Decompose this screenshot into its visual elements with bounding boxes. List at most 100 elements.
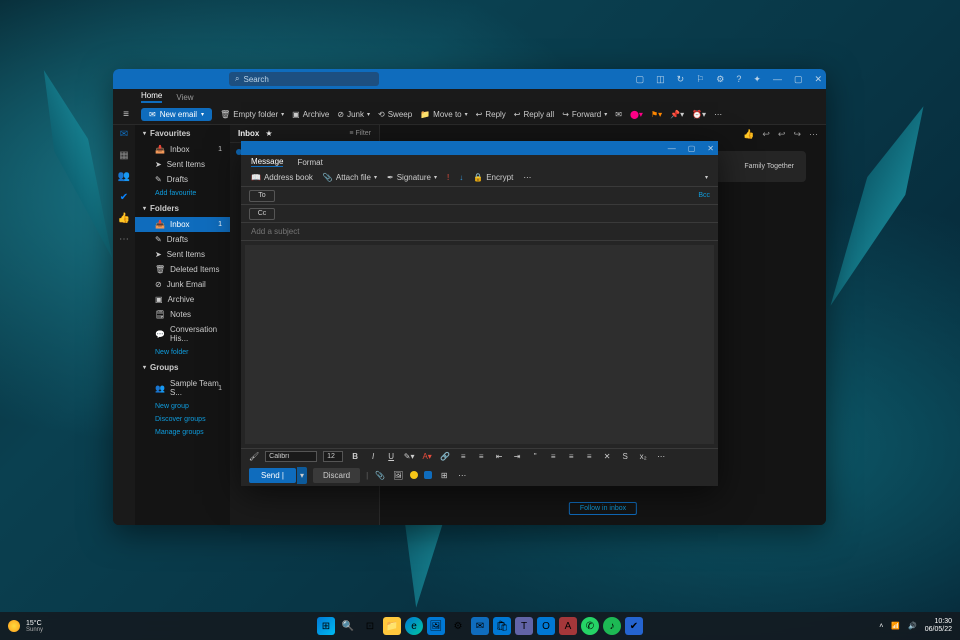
sync-icon[interactable]: ↻ — [677, 74, 685, 85]
rail-mail-icon[interactable]: ✉ — [120, 129, 128, 140]
reply-icon[interactable]: ↩ — [762, 129, 770, 140]
outdent-icon[interactable]: ⇤ — [493, 452, 505, 461]
rail-more-icon[interactable]: ⋯ — [119, 234, 129, 245]
search-input[interactable]: ⌕ Search — [229, 72, 379, 86]
compose-body[interactable] — [245, 245, 714, 444]
sidebar-item-drafts[interactable]: ✎Drafts — [135, 232, 230, 247]
mail-button[interactable]: ✉ — [471, 617, 489, 635]
encrypt-button[interactable]: 🔒Encrypt — [473, 173, 513, 182]
align-left-icon[interactable]: ≡ — [547, 452, 559, 461]
photos-button[interactable]: 🖼 — [427, 617, 445, 635]
reply-all-button[interactable]: ↩Reply all — [514, 110, 554, 119]
attach-icon[interactable]: 📎 — [374, 471, 386, 480]
archive-button[interactable]: ▣Archive — [292, 110, 329, 119]
search-button[interactable]: 🔍 — [339, 617, 357, 635]
spotify-button[interactable]: ♪ — [603, 617, 621, 635]
highlight-icon[interactable]: ✎▾ — [403, 452, 415, 461]
weather-widget[interactable]: 15°C Sunny — [8, 620, 43, 633]
explorer-button[interactable]: 📁 — [383, 617, 401, 635]
address-book-button[interactable]: 📖Address book — [251, 173, 313, 182]
edge-button[interactable]: e — [405, 617, 423, 635]
to-button[interactable]: To — [249, 190, 275, 202]
sidebar-item-sent[interactable]: ➤Sent Items — [135, 247, 230, 262]
new-email-button[interactable]: ✉New email▾ — [141, 108, 212, 121]
notifications-icon[interactable]: ⚐ — [696, 74, 704, 85]
outlook-button[interactable]: O — [537, 617, 555, 635]
tag-icon[interactable]: ⬤▾ — [630, 110, 643, 119]
tab-home[interactable]: Home — [141, 91, 162, 103]
quote-icon[interactable]: " — [529, 452, 541, 461]
more-icon[interactable]: ⋯ — [456, 471, 468, 480]
junk-button[interactable]: ⊘Junk▾ — [337, 110, 370, 119]
forward-icon[interactable]: ↪ — [793, 129, 801, 140]
filter-button[interactable]: ≡ Filter — [349, 130, 371, 137]
more-icon[interactable]: ⋯ — [809, 129, 818, 140]
favourites-header[interactable]: ▾Favourites — [135, 125, 230, 142]
help-icon[interactable]: ? — [736, 74, 741, 84]
follow-in-inbox-button[interactable]: Follow in inbox — [569, 502, 637, 515]
to-input[interactable] — [283, 191, 698, 200]
bullets-icon[interactable]: ≡ — [457, 452, 469, 461]
rail-files-icon[interactable]: 👍 — [118, 213, 130, 224]
indent-icon[interactable]: ⇥ — [511, 452, 523, 461]
signature-button[interactable]: ✒Signature▾ — [387, 173, 437, 182]
sidebar-item-archive[interactable]: ▣Archive — [135, 292, 230, 307]
font-color-icon[interactable]: A▾ — [421, 452, 433, 461]
bold-icon[interactable]: B — [349, 452, 361, 461]
teams-button[interactable]: T — [515, 617, 533, 635]
pin-icon[interactable]: 📌▾ — [670, 110, 684, 119]
table-icon[interactable]: ⊞ — [438, 471, 450, 480]
sweep-button[interactable]: ⟲Sweep — [378, 110, 412, 119]
groups-header[interactable]: ▾Groups — [135, 359, 230, 376]
priority-high-icon[interactable]: ! — [447, 173, 449, 182]
font-name-input[interactable] — [265, 451, 317, 462]
more-icon[interactable]: ⋯ — [523, 173, 531, 182]
cc-button[interactable]: Cc — [249, 208, 275, 220]
teams-icon[interactable]: ◫ — [656, 74, 665, 85]
minimize-icon[interactable]: — — [773, 74, 782, 84]
sidebar-item-junk[interactable]: ⊘Junk Email — [135, 277, 230, 292]
format-painter-icon[interactable]: 🖌 — [249, 452, 259, 461]
task-view-button[interactable]: ⊡ — [361, 617, 379, 635]
like-icon[interactable]: 👍 — [743, 129, 754, 140]
discover-groups-link[interactable]: Discover groups — [135, 413, 230, 426]
italic-icon[interactable]: I — [367, 452, 379, 461]
subject-input[interactable] — [251, 227, 708, 236]
star-icon[interactable]: ★ — [265, 129, 272, 138]
sidebar-item-inbox[interactable]: 📥Inbox1 — [135, 142, 230, 157]
manage-groups-link[interactable]: Manage groups — [135, 426, 230, 439]
store-button[interactable]: 🛍 — [493, 617, 511, 635]
read-icon[interactable]: ✉ — [615, 110, 622, 119]
more-icon[interactable]: ⋯ — [714, 110, 722, 119]
sticker-icon[interactable] — [424, 471, 432, 479]
clear-format-icon[interactable]: ✕ — [601, 452, 613, 461]
whatsapp-button[interactable]: ✆ — [581, 617, 599, 635]
new-folder-link[interactable]: New folder — [135, 346, 230, 359]
priority-low-icon[interactable]: ↓ — [459, 173, 463, 182]
flag-icon[interactable]: ⚑▾ — [651, 110, 662, 119]
access-button[interactable]: A — [559, 617, 577, 635]
send-split-button[interactable]: ▾ — [297, 467, 307, 484]
tab-view[interactable]: View — [176, 93, 193, 102]
align-right-icon[interactable]: ≡ — [583, 452, 595, 461]
link-icon[interactable]: 🔗 — [439, 452, 451, 461]
hamburger-icon[interactable]: ≡ — [119, 109, 133, 120]
sidebar-item-group[interactable]: 👥Sample Team S...1 — [135, 376, 230, 400]
sidebar-item-inbox[interactable]: 📥Inbox1 — [135, 217, 230, 232]
reply-all-icon[interactable]: ↩ — [778, 129, 786, 140]
send-button[interactable]: Send | — [249, 468, 296, 483]
discard-button[interactable]: Discard — [313, 468, 360, 483]
sparkle-icon[interactable]: ✦ — [753, 74, 761, 85]
folders-header[interactable]: ▾Folders — [135, 200, 230, 217]
tab-format[interactable]: Format — [297, 158, 322, 167]
volume-icon[interactable]: 🔊 — [908, 622, 917, 630]
tab-message[interactable]: Message — [251, 157, 283, 167]
empty-folder-button[interactable]: 🗑Empty folder▾ — [220, 110, 284, 119]
reply-button[interactable]: ↩Reply — [476, 110, 506, 119]
attach-file-button[interactable]: 📎Attach file▾ — [323, 173, 377, 182]
wifi-icon[interactable]: 📶 — [891, 622, 900, 630]
emoji-icon[interactable] — [410, 471, 418, 479]
bcc-link[interactable]: Bcc — [698, 192, 710, 199]
sidebar-item-drafts[interactable]: ✎Drafts — [135, 172, 230, 187]
todo-button[interactable]: ✔ — [625, 617, 643, 635]
